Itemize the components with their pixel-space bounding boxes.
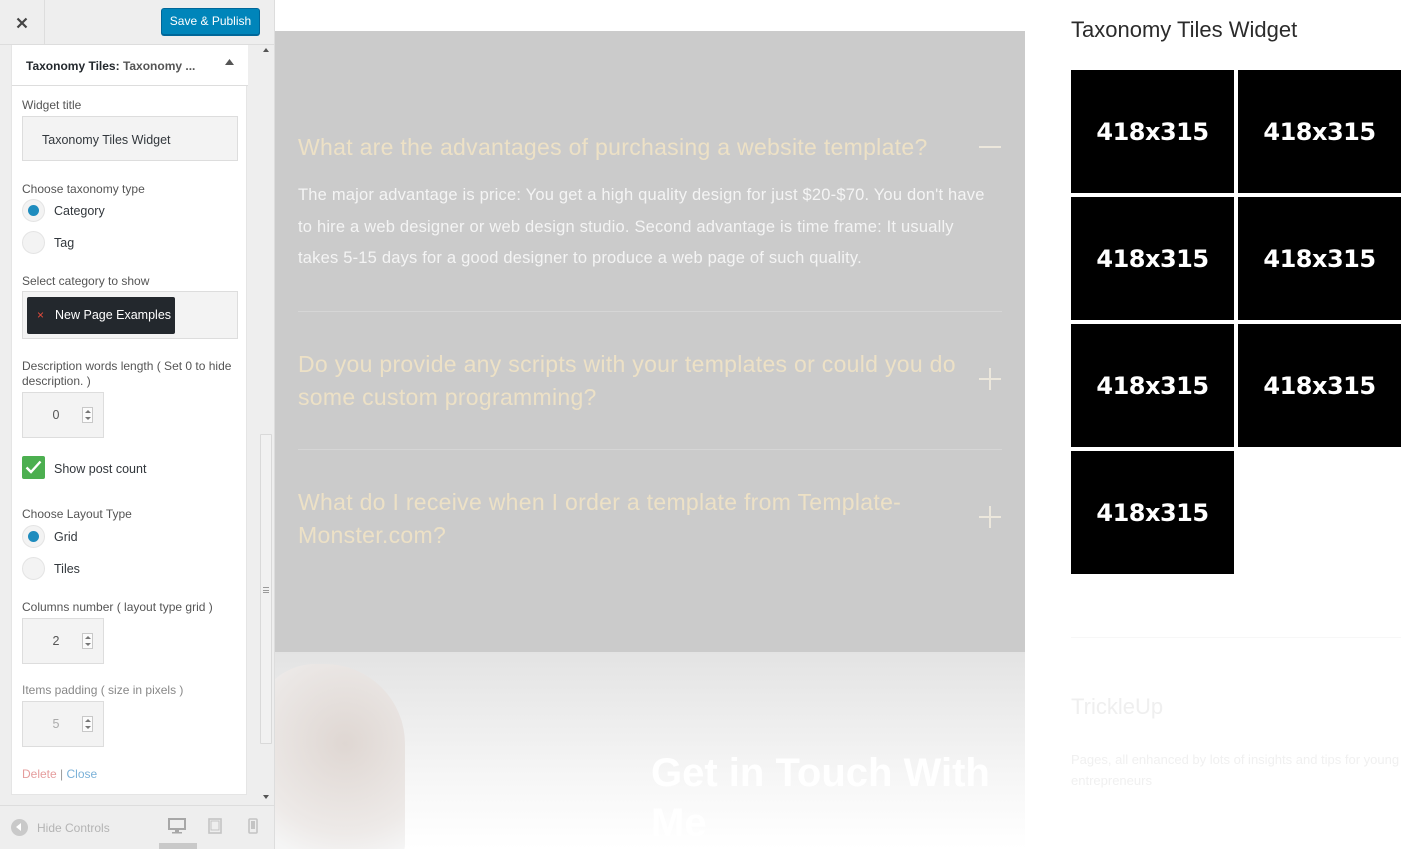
panel-scrollbar[interactable] (259, 45, 274, 805)
radio-category-label: Category (54, 204, 105, 218)
trickleup-title: TrickleUp (1071, 694, 1164, 719)
padding-spinner[interactable] (82, 716, 93, 732)
faq-question-1[interactable]: What are the advantages of purchasing a … (298, 131, 958, 164)
sidebar-widget-title: Taxonomy Tiles Widget (1071, 17, 1298, 42)
desc-length-spinner[interactable] (82, 407, 93, 423)
taxonomy-tile[interactable]: 418x315 (1071, 70, 1234, 193)
padding-value: 5 (52, 717, 60, 731)
radio-grid[interactable] (22, 525, 45, 548)
columns-value: 2 (52, 634, 60, 648)
checkmark-icon (25, 460, 42, 474)
scroll-thumb[interactable] (260, 434, 272, 744)
radio-tag[interactable] (22, 231, 45, 254)
taxonomy-tile[interactable]: 418x315 (1238, 70, 1401, 193)
hide-controls-label: Hide Controls (37, 820, 110, 835)
desc-length-label: Description words length ( Set 0 to hide… (22, 359, 232, 388)
layout-type-label: Choose Layout Type (22, 507, 132, 521)
widget-title-label: Widget title (22, 98, 82, 112)
scroll-down-icon[interactable] (263, 795, 269, 799)
contact-heading: Get in Touch With Me (651, 751, 990, 845)
desc-length-input[interactable]: 0 (22, 392, 104, 438)
padding-input[interactable]: 5 (22, 701, 104, 747)
close-icon (16, 17, 28, 28)
controls-scroll-area: Taxonomy Tiles: Taxonomy ... Widget titl… (0, 45, 274, 805)
columns-input[interactable]: 2 (22, 618, 104, 664)
customizer-panel: Save & Publish Taxonomy Tiles: Taxonomy … (0, 0, 275, 849)
tablet-preview-icon[interactable] (208, 818, 222, 834)
widget-form: Taxonomy Tiles: Taxonomy ... Widget titl… (11, 45, 248, 795)
faq-divider (298, 311, 1002, 312)
taxonomy-tile[interactable]: 418x315 (1238, 324, 1401, 447)
delete-link[interactable]: Delete (22, 767, 57, 781)
grip-icon (263, 587, 269, 593)
faq-divider (298, 449, 1002, 450)
category-select-label: Select category to show (22, 274, 150, 288)
faq-answer-1: The major advantage is price: You get a … (298, 186, 985, 267)
taxonomy-tile[interactable]: 418x315 (1238, 197, 1401, 320)
customizer-footer: Hide Controls (0, 805, 274, 849)
columns-label: Columns number ( layout type grid ) (22, 600, 213, 614)
faq-question-2[interactable]: Do you provide any scripts with your tem… (298, 348, 958, 414)
radio-tiles[interactable] (22, 557, 45, 580)
desc-length-value: 0 (52, 408, 60, 422)
active-device-indicator (159, 843, 197, 849)
customizer-header: Save & Publish (0, 0, 274, 45)
close-link[interactable]: Close (67, 767, 98, 781)
radio-tiles-label: Tiles (54, 562, 80, 576)
taxonomy-type-label: Choose taxonomy type (22, 182, 145, 196)
taxonomy-tile[interactable]: 418x315 (1071, 451, 1234, 574)
mobile-preview-icon[interactable] (248, 818, 258, 834)
contact-section: Get in Touch With Me (275, 652, 1025, 849)
radio-tag-label: Tag (54, 236, 75, 250)
sidebar-divider (1071, 637, 1401, 638)
columns-spinner[interactable] (82, 633, 93, 649)
radio-category[interactable] (22, 199, 45, 222)
category-select[interactable]: × New Page Examples (22, 291, 238, 339)
trickleup-description: Pages, all enhanced by lots of insights … (1071, 752, 1400, 788)
faq-section: What are the advantages of purchasing a … (275, 31, 1025, 652)
faq-question-3[interactable]: What do I receive when I order a templat… (298, 486, 958, 552)
actions-separator: | (60, 767, 64, 781)
taxonomy-tile[interactable]: 418x315 (1071, 324, 1234, 447)
widget-title-input[interactable]: Taxonomy Tiles Widget (22, 116, 238, 161)
close-customizer-button[interactable] (0, 0, 45, 45)
scroll-up-icon[interactable] (263, 48, 269, 52)
widget-type-label: Taxonomy Tiles: (26, 59, 120, 73)
collapse-arrow-icon[interactable] (225, 59, 234, 65)
widget-actions: Delete | Close (22, 767, 97, 781)
collapse-sidebar-icon (11, 819, 28, 836)
minus-icon[interactable] (979, 136, 1001, 158)
desktop-preview-icon[interactable] (168, 818, 186, 834)
save-publish-button[interactable]: Save & Publish (161, 8, 260, 35)
widget-header-title: Taxonomy Tiles: Taxonomy ... (26, 59, 195, 73)
portrait-image (275, 664, 405, 849)
radio-grid-label: Grid (54, 530, 78, 544)
hide-controls-button[interactable]: Hide Controls (11, 819, 110, 836)
show-post-count-checkbox[interactable] (22, 456, 45, 479)
category-chip-label: New Page Examples (55, 308, 172, 322)
plus-icon[interactable] (979, 506, 1001, 528)
plus-icon[interactable] (979, 368, 1001, 390)
category-chip: × New Page Examples (27, 297, 175, 334)
show-post-count-label: Show post count (54, 462, 147, 476)
taxonomy-tile[interactable]: 418x315 (1071, 197, 1234, 320)
padding-label: Items padding ( size in pixels ) (22, 683, 184, 697)
widget-header[interactable]: Taxonomy Tiles: Taxonomy ... (12, 45, 248, 86)
remove-category-icon[interactable]: × (37, 297, 44, 334)
widget-instance-label: Taxonomy ... (122, 59, 196, 73)
